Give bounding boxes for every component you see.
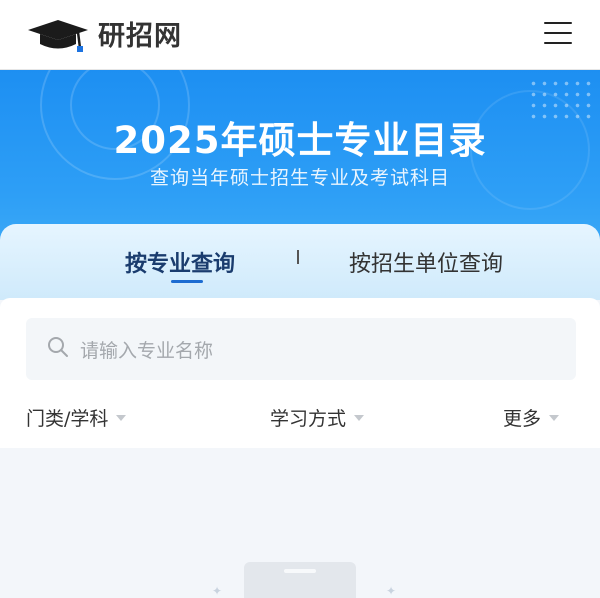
filter-label: 更多 <box>503 408 542 430</box>
page-title: 2025年硕士专业目录 <box>113 119 487 162</box>
filter-label: 门类/学科 <box>26 408 109 430</box>
filter-study-mode[interactable]: 学习方式 <box>270 404 365 431</box>
empty-state-illustration <box>244 562 356 598</box>
sparkle-icon: ✦ <box>386 584 397 598</box>
top-navigation-bar: 研招网 <box>0 0 600 70</box>
caret-down-icon <box>354 414 365 421</box>
page-subtitle: 查询当年硕士招生专业及考试科目 <box>149 167 450 189</box>
search-input[interactable]: 请输入专业名称 <box>26 318 576 380</box>
site-logo[interactable]: 研招网 <box>26 14 182 53</box>
filter-label: 学习方式 <box>270 408 347 430</box>
caret-down-icon <box>116 414 127 421</box>
caret-down-icon <box>549 414 560 421</box>
tab-by-institution[interactable]: 按招生单位查询 <box>349 246 503 278</box>
sparkle-icon: ✦ <box>212 584 223 598</box>
filter-more[interactable]: 更多 <box>503 404 560 431</box>
search-icon <box>46 335 70 363</box>
query-mode-tabs: 按专业查询 按招生单位查询 <box>0 224 600 300</box>
filter-discipline[interactable]: 门类/学科 <box>26 404 127 431</box>
active-tab-indicator <box>171 280 203 283</box>
site-name: 研招网 <box>98 21 182 52</box>
hamburger-menu-icon[interactable] <box>544 22 572 46</box>
tab-divider <box>297 250 299 264</box>
tab-by-major[interactable]: 按专业查询 <box>125 246 235 278</box>
graduation-cap-icon <box>26 15 90 53</box>
search-placeholder: 请输入专业名称 <box>80 339 214 362</box>
